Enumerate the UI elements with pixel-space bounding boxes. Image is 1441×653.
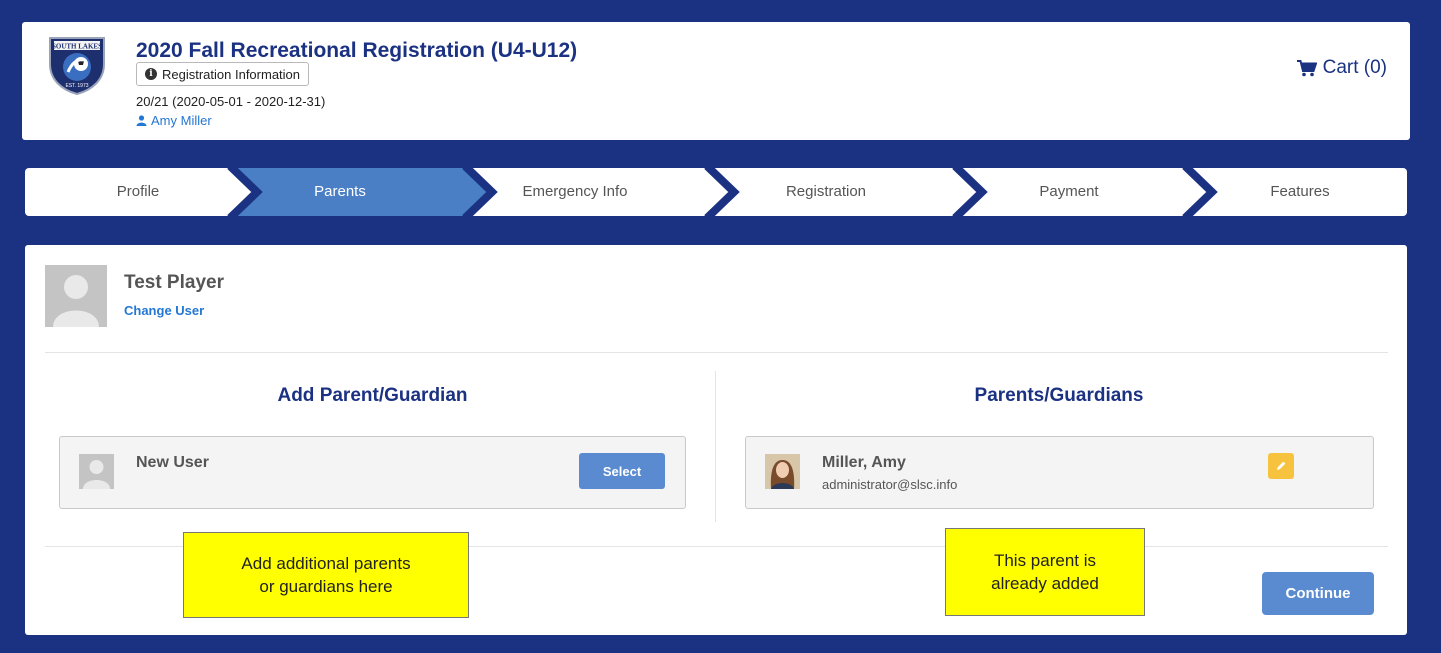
user-icon xyxy=(136,115,147,126)
select-button[interactable]: Select xyxy=(579,453,665,489)
cart-link[interactable]: Cart (0) xyxy=(1296,57,1387,79)
new-user-avatar xyxy=(79,454,114,489)
player-avatar xyxy=(45,265,107,327)
annotation-line: This parent is xyxy=(993,551,1097,570)
registration-steps: Profile Parents Emergency Info Registrat… xyxy=(25,168,1407,216)
svg-text:EST. 1973: EST. 1973 xyxy=(65,83,88,89)
add-parents-annotation: Add additional parents or guardians here xyxy=(183,532,469,618)
edit-parent-button[interactable] xyxy=(1268,453,1294,479)
registration-information-button[interactable]: i Registration Information xyxy=(136,62,310,86)
step-profile[interactable]: Profile xyxy=(38,168,238,216)
info-circle-icon: i xyxy=(145,68,157,80)
step-registration[interactable]: Registration xyxy=(726,168,926,216)
divider xyxy=(45,352,1388,353)
parent-added-annotation: This parent is already added xyxy=(945,528,1145,616)
page-title: 2020 Fall Recreational Registration (U4-… xyxy=(136,39,578,62)
column-divider xyxy=(715,371,716,522)
shopping-cart-icon xyxy=(1296,59,1317,76)
account-user-link[interactable]: Amy Miller xyxy=(136,113,212,128)
step-payment[interactable]: Payment xyxy=(969,168,1169,216)
default-avatar-icon xyxy=(53,275,99,327)
annotation-line: already added xyxy=(991,574,1099,593)
registration-information-label: Registration Information xyxy=(162,66,301,82)
pencil-icon xyxy=(1277,461,1286,470)
svg-text:SOUTH LAKES: SOUTH LAKES xyxy=(52,43,102,51)
cart-label: Cart (0) xyxy=(1322,57,1387,78)
change-user-link[interactable]: Change User xyxy=(124,303,204,318)
account-user-name: Amy Miller xyxy=(151,113,212,128)
registration-header: SOUTH LAKES EST. 1973 2020 Fall Recreati… xyxy=(22,22,1410,140)
step-features[interactable]: Features xyxy=(1200,168,1400,216)
parent-email: administrator@slsc.info xyxy=(822,477,958,492)
default-avatar-icon xyxy=(83,460,110,489)
parent-avatar xyxy=(765,454,800,489)
season-dates: 20/21 (2020-05-01 - 2020-12-31) xyxy=(136,94,326,109)
parent-name: Miller, Amy xyxy=(822,454,906,471)
parent-card: Miller, Amy administrator@slsc.info xyxy=(745,436,1374,509)
step-emergency-info[interactable]: Emergency Info xyxy=(475,168,675,216)
club-logo: SOUTH LAKES EST. 1973 xyxy=(49,37,105,96)
player-name: Test Player xyxy=(124,272,224,293)
new-user-card: New User Select xyxy=(59,436,686,509)
annotation-line: Add additional parents xyxy=(241,554,411,573)
continue-button[interactable]: Continue xyxy=(1262,572,1374,615)
new-user-label: New User xyxy=(136,454,209,471)
parent-photo xyxy=(765,454,800,489)
parents-list-heading: Parents/Guardians xyxy=(974,385,1144,406)
annotation-line: or guardians here xyxy=(259,577,393,596)
add-parent-heading: Add Parent/Guardian xyxy=(277,385,468,406)
step-parents[interactable]: Parents xyxy=(240,168,440,216)
